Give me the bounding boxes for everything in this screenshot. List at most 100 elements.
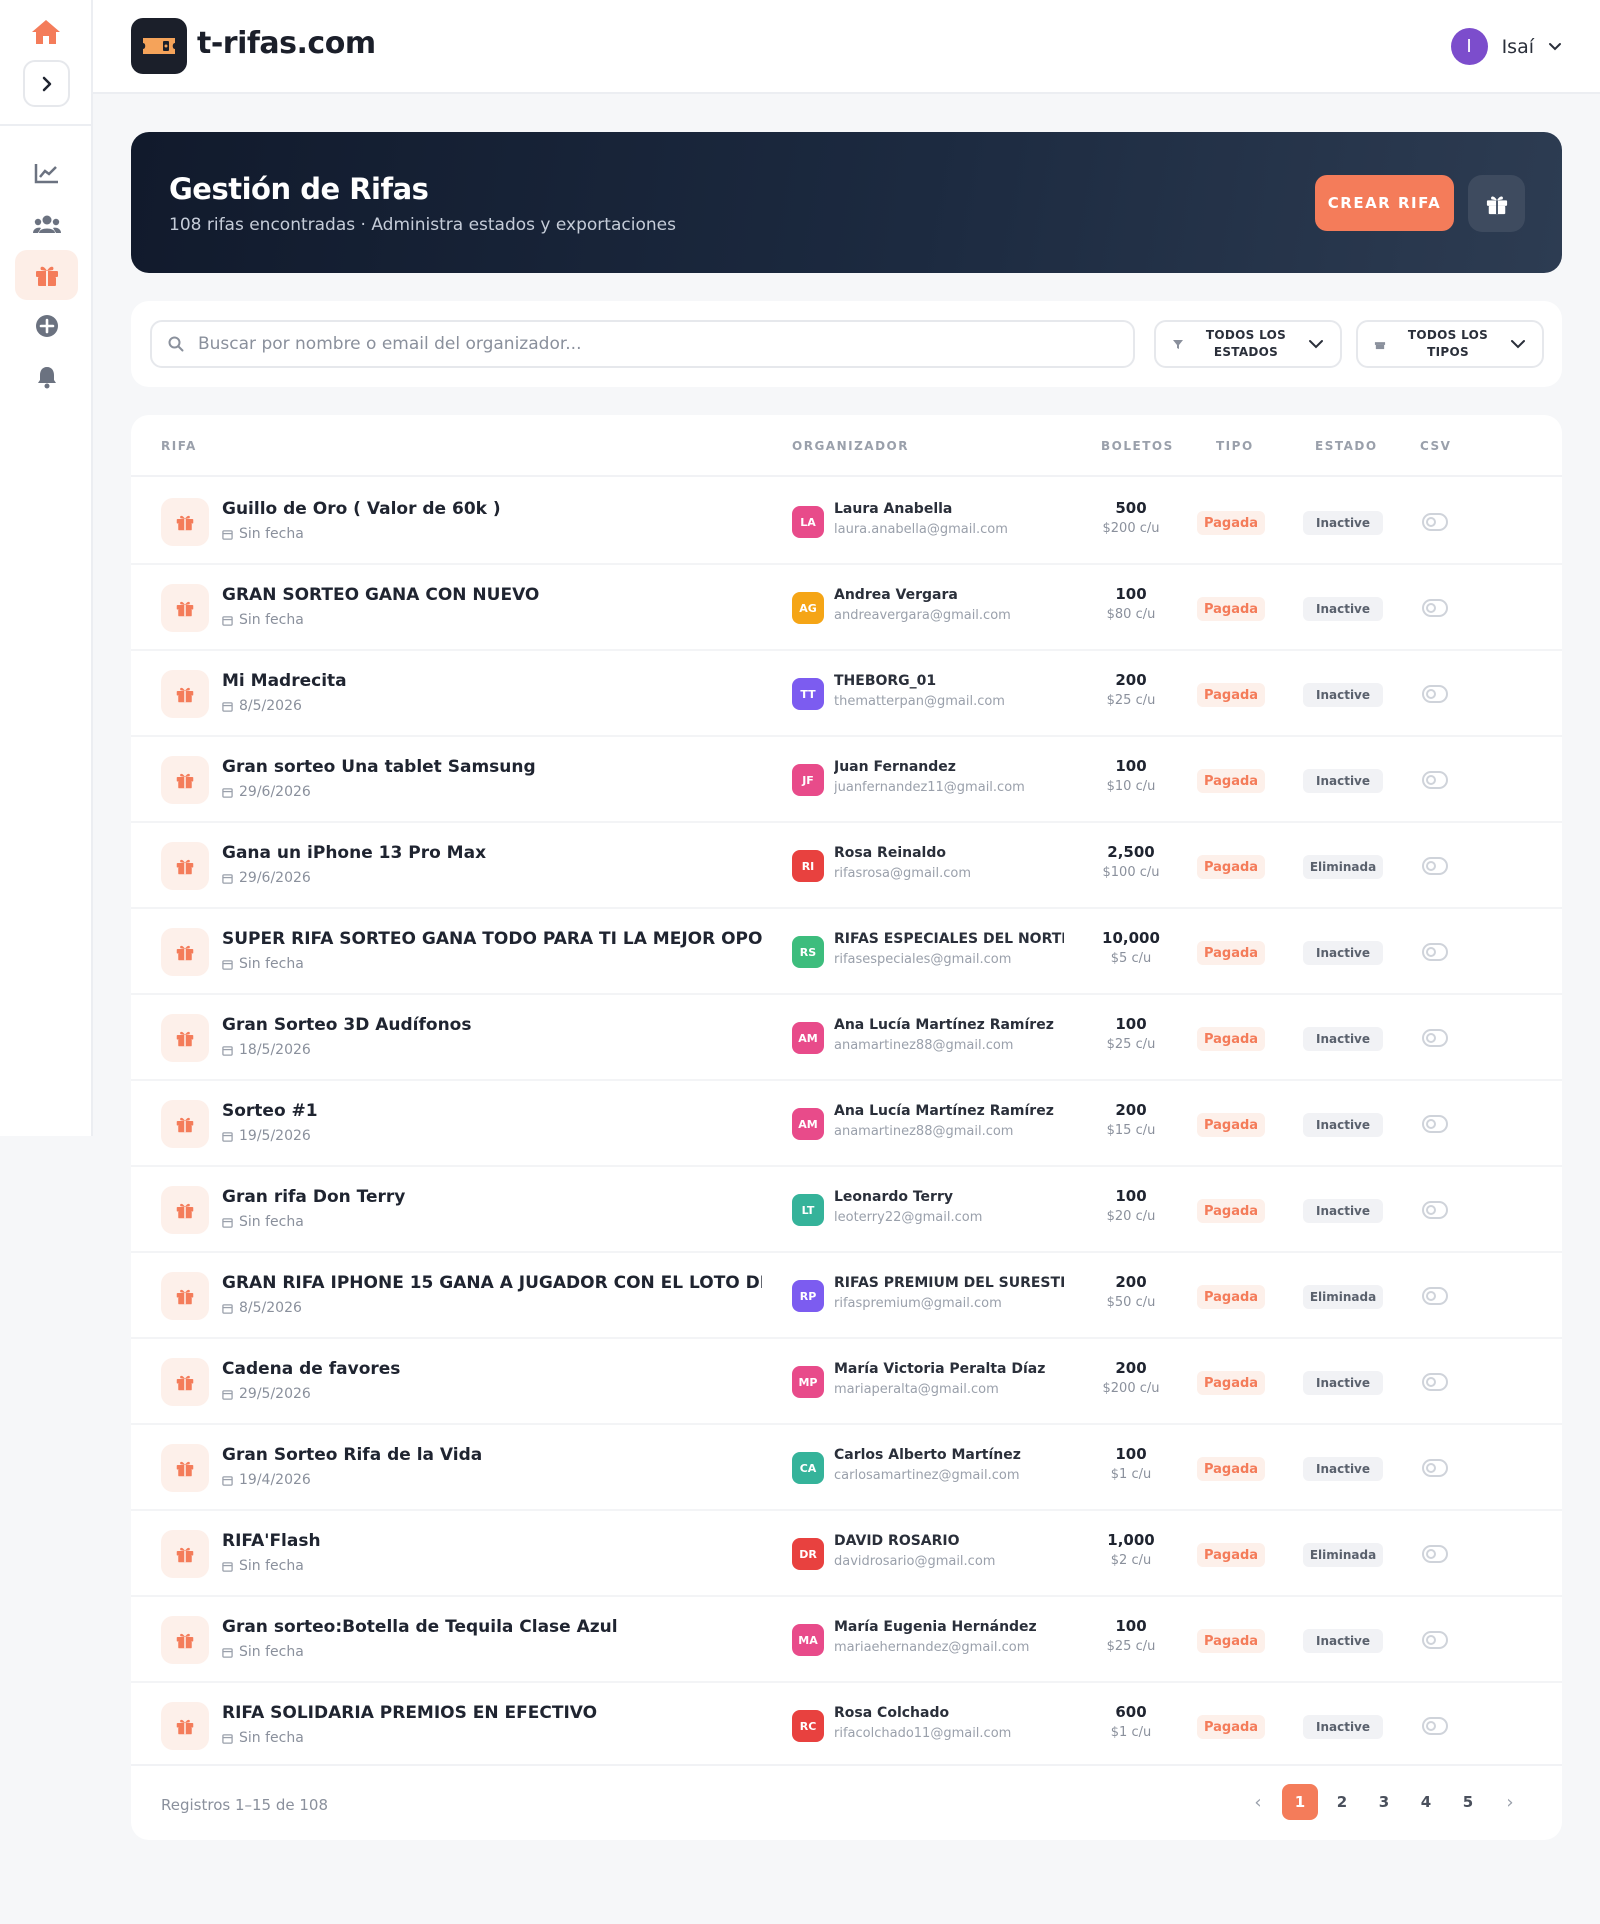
page-button-2[interactable]: 2 (1324, 1784, 1360, 1820)
rifa-name[interactable]: Gana un iPhone 13 Pro Max (222, 843, 486, 863)
sidebar-item-rifas[interactable] (15, 250, 78, 300)
user-menu[interactable]: I Isaí (1450, 28, 1562, 65)
header-estado[interactable]: ESTADO (1315, 439, 1378, 453)
table-row[interactable]: SUPER RIFA SORTEO GANA TODO PARA TI LA M… (131, 909, 1562, 995)
table-header: RIFA ORGANIZADOR BOLETOS TIPO ESTADO CSV (131, 415, 1562, 477)
organizer-email: rifaspremium@gmail.com (834, 1296, 1002, 1311)
table-row[interactable]: RIFA'Flash Sin fecha DR DAVID ROSARIO davidr… (131, 1511, 1562, 1597)
next-page-button[interactable]: › (1492, 1784, 1528, 1820)
table-row[interactable]: Gana un iPhone 13 Pro Max 29/6/2026 RI Rosa… (131, 823, 1562, 909)
status-badge[interactable]: Inactive (1303, 597, 1383, 621)
page-button-4[interactable]: 4 (1408, 1784, 1444, 1820)
tipo-filter-select[interactable]: TODOS LOS TIPOS (1356, 320, 1544, 368)
csv-toggle[interactable] (1422, 1459, 1448, 1477)
status-badge[interactable]: Inactive (1303, 769, 1383, 793)
status-badge[interactable]: Inactive (1303, 1027, 1383, 1051)
csv-toggle[interactable] (1422, 513, 1448, 531)
tipo-badge: Pagada (1197, 1199, 1265, 1223)
sidebar (0, 0, 93, 1136)
sidebar-item-notifications[interactable] (15, 352, 78, 402)
status-badge[interactable]: Inactive (1303, 511, 1383, 535)
csv-toggle[interactable] (1422, 685, 1448, 703)
header-rifa[interactable]: RIFA (161, 439, 197, 453)
rifa-name[interactable]: SUPER RIFA SORTEO GANA TODO PARA TI LA M… (222, 929, 762, 949)
header-tipo[interactable]: TIPO (1216, 439, 1254, 453)
csv-toggle[interactable] (1422, 599, 1448, 617)
table-row[interactable]: Gran rifa Don Terry Sin fecha LT Leonardo T… (131, 1167, 1562, 1253)
organizer-name: Carlos Alberto Martínez (834, 1447, 1021, 1463)
table-row[interactable]: Gran sorteo Una tablet Samsung 29/6/2026 J… (131, 737, 1562, 823)
table-row[interactable]: Gran Sorteo 3D Audífonos 18/5/2026 AM Ana L… (131, 995, 1562, 1081)
status-badge[interactable]: Inactive (1303, 1715, 1383, 1739)
rifa-name[interactable]: GRAN RIFA IPHONE 15 GANA A JUGADOR CON E… (222, 1273, 762, 1293)
rifa-name[interactable]: Guillo de Oro ( Valor de 60k ) (222, 499, 501, 519)
sidebar-item-create[interactable] (15, 301, 78, 351)
ticket-price: $20 c/u (1106, 1209, 1156, 1224)
table-row[interactable]: RIFA SOLIDARIA PREMIOS EN EFECTIVO Sin fe… (131, 1683, 1562, 1769)
csv-toggle[interactable] (1422, 1287, 1448, 1305)
estado-filter-select[interactable]: TODOS LOS ESTADOS (1154, 320, 1342, 368)
rifa-name[interactable]: Mi Madrecita (222, 671, 347, 691)
csv-toggle[interactable] (1422, 1545, 1448, 1563)
status-badge[interactable]: Inactive (1303, 1371, 1383, 1395)
sidebar-item-users[interactable] (15, 199, 78, 249)
csv-toggle[interactable] (1422, 857, 1448, 875)
csv-toggle[interactable] (1422, 1201, 1448, 1219)
header-organizador[interactable]: ORGANIZADOR (792, 439, 909, 453)
tickets-count: 100 (1115, 1445, 1147, 1463)
csv-toggle[interactable] (1422, 771, 1448, 789)
csv-toggle[interactable] (1422, 943, 1448, 961)
status-badge[interactable]: Inactive (1303, 1629, 1383, 1653)
rifa-name[interactable]: RIFA'Flash (222, 1531, 321, 1551)
page-button-1[interactable]: 1 (1282, 1784, 1318, 1820)
rifas-table: RIFA ORGANIZADOR BOLETOS TIPO ESTADO CSV… (131, 415, 1562, 1840)
sidebar-toggle-button[interactable] (23, 60, 70, 107)
rifa-name[interactable]: RIFA SOLIDARIA PREMIOS EN EFECTIVO (222, 1703, 597, 1723)
header-boletos[interactable]: BOLETOS (1101, 439, 1174, 453)
table-row[interactable]: Guillo de Oro ( Valor de 60k ) Sin fecha L… (131, 479, 1562, 565)
csv-toggle[interactable] (1422, 1029, 1448, 1047)
csv-toggle[interactable] (1422, 1717, 1448, 1735)
rifa-name[interactable]: Gran sorteo Una tablet Samsung (222, 757, 536, 777)
rifa-name[interactable]: GRAN SORTEO GANA CON NUEVO (222, 585, 539, 605)
search-input[interactable]: Buscar por nombre o email del organizado… (150, 320, 1135, 368)
rifa-name[interactable]: Cadena de favores (222, 1359, 400, 1379)
tickets-cell: 100 $10 c/u (1091, 757, 1171, 794)
status-badge[interactable]: Inactive (1303, 683, 1383, 707)
organizer-name: Ana Lucía Martínez Ramírez (834, 1017, 1054, 1033)
status-badge[interactable]: Inactive (1303, 941, 1383, 965)
table-row[interactable]: Mi Madrecita 8/5/2026 TT THEBORG_01 thematte… (131, 651, 1562, 737)
gift-button[interactable] (1468, 175, 1525, 232)
organizer-avatar: LA (792, 506, 824, 538)
page-button-3[interactable]: 3 (1366, 1784, 1402, 1820)
rifa-name[interactable]: Gran sorteo:Botella de Tequila Clase Azu… (222, 1617, 618, 1637)
brand-name[interactable]: t-rifas.com (197, 26, 376, 61)
brand-logo[interactable] (131, 18, 187, 74)
csv-toggle[interactable] (1422, 1115, 1448, 1133)
header-csv[interactable]: CSV (1420, 439, 1451, 453)
status-badge[interactable]: Inactive (1303, 1199, 1383, 1223)
status-badge[interactable]: Eliminada (1303, 855, 1383, 879)
rifa-name[interactable]: Gran Sorteo 3D Audífonos (222, 1015, 471, 1035)
table-footer: Registros 1–15 de 108 ‹ 1 2 3 4 5 › (131, 1764, 1562, 1840)
status-badge[interactable]: Inactive (1303, 1457, 1383, 1481)
table-row[interactable]: Gran Sorteo Rifa de la Vida 19/4/2026 CA Ca… (131, 1425, 1562, 1511)
table-row[interactable]: GRAN SORTEO GANA CON NUEVO Sin fecha AG And… (131, 565, 1562, 651)
status-badge[interactable]: Eliminada (1303, 1285, 1383, 1309)
create-rifa-button[interactable]: CREAR RIFA (1315, 175, 1454, 231)
table-row[interactable]: Sorteo #1 19/5/2026 AM Ana Lucía Martínez R… (131, 1081, 1562, 1167)
prev-page-button[interactable]: ‹ (1240, 1784, 1276, 1820)
status-badge[interactable]: Inactive (1303, 1113, 1383, 1137)
home-icon[interactable] (30, 18, 62, 46)
page-button-5[interactable]: 5 (1450, 1784, 1486, 1820)
csv-toggle[interactable] (1422, 1373, 1448, 1391)
csv-toggle[interactable] (1422, 1631, 1448, 1649)
table-row[interactable]: Gran sorteo:Botella de Tequila Clase Azu… (131, 1597, 1562, 1683)
rifa-name[interactable]: Gran Sorteo Rifa de la Vida (222, 1445, 482, 1465)
rifa-name[interactable]: Sorteo #1 (222, 1101, 318, 1121)
table-row[interactable]: Cadena de favores 29/5/2026 MP María Victor… (131, 1339, 1562, 1425)
table-row[interactable]: GRAN RIFA IPHONE 15 GANA A JUGADOR CON E… (131, 1253, 1562, 1339)
sidebar-item-stats[interactable] (15, 148, 78, 198)
status-badge[interactable]: Eliminada (1303, 1543, 1383, 1567)
rifa-name[interactable]: Gran rifa Don Terry (222, 1187, 405, 1207)
